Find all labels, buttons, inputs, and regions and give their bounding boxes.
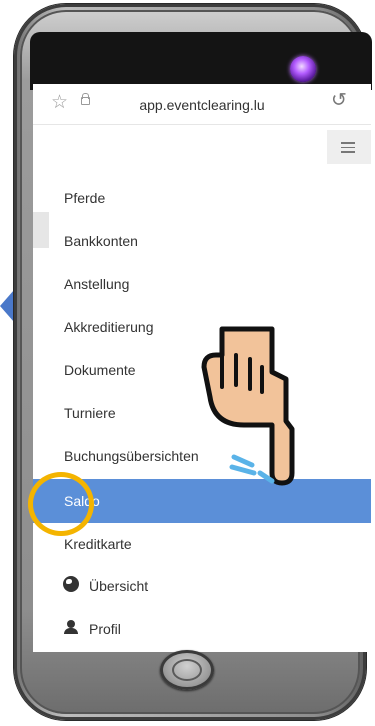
menu-item-kreditkarte[interactable]: Kreditkarte [33,524,371,564]
menu-item-label: Bankkonten [64,233,138,249]
menu-item-label: Turniere [64,405,116,421]
menu-item-label: Anstellung [64,276,130,292]
globe-icon [63,576,79,592]
menu-item-anstellung[interactable]: Anstellung [33,264,371,304]
url-text[interactable]: app.eventclearing.lu [33,97,371,113]
camera-icon [290,56,316,82]
menu-item-buchungsuebersichten[interactable]: Buchungsübersichten [33,436,371,476]
menu-item-label: Pferde [64,190,106,206]
menu-item-bankkonten[interactable]: Bankkonten [33,221,371,261]
menu-item-dokumente[interactable]: Dokumente [33,350,371,390]
menu-item-label: Kreditkarte [64,536,132,552]
menu-item-label: Buchungsübersichten [64,448,199,464]
menu-item-turniere[interactable]: Turniere [33,393,371,433]
hamburger-icon [341,142,355,153]
menu-item-label: Profil [89,621,121,637]
menu-item-profil[interactable]: Profil [33,609,371,649]
user-icon [64,620,78,634]
arrow-left-icon [0,290,14,322]
phone-screen: ☆ app.eventclearing.lu ↺ Pferde Bankkont… [33,84,371,652]
menu-item-label: Akkreditierung [64,319,154,335]
menu-item-saldo[interactable]: Saldo [33,479,371,523]
menu-item-akkreditierung[interactable]: Akkreditierung [33,307,371,347]
menu-item-label: Saldo [64,493,100,509]
menu-item-label: Übersicht [89,578,149,594]
home-button[interactable] [160,650,214,690]
browser-address-bar[interactable]: ☆ app.eventclearing.lu ↺ [33,84,371,125]
home-button-inner [172,659,202,681]
menu-item-label: Dokumente [64,362,136,378]
menu-toggle-button[interactable] [327,130,371,164]
menu-item-uebersicht[interactable]: Übersicht [33,566,371,606]
menu-item-pferde[interactable]: Pferde [33,178,371,218]
reload-icon[interactable]: ↺ [331,91,347,110]
phone-top-bezel [30,32,372,90]
